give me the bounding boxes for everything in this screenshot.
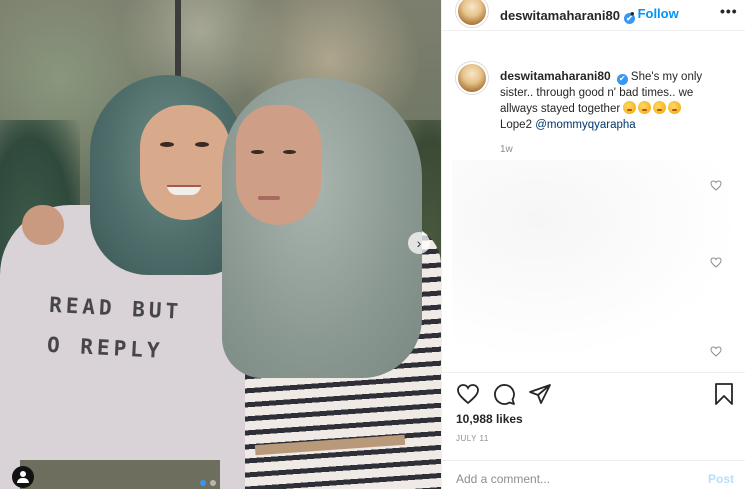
emoji-icon: [623, 101, 637, 114]
caption-text: deswitamaharani80 ✔ She's my only sister.…: [500, 68, 732, 133]
carousel-next-button[interactable]: ›: [408, 232, 430, 254]
comment-input[interactable]: Add a comment...: [456, 472, 550, 486]
share-icon[interactable]: [528, 382, 552, 406]
header-separator: •: [630, 6, 635, 21]
post-side-panel: deswitamaharani80 ✔ • Follow ••• deswitama…: [441, 0, 745, 489]
comment-like-heart-icon[interactable]: [710, 180, 722, 191]
person-left-smile: [167, 185, 201, 195]
person-left-eye: [160, 142, 174, 147]
carousel-dot-active: [200, 480, 206, 486]
verified-icon: ✔: [616, 73, 628, 85]
caption-time-ago[interactable]: 1w: [500, 144, 513, 155]
caption-author-avatar[interactable]: [456, 62, 488, 94]
post-comment-button[interactable]: Post: [708, 472, 734, 486]
caption-mention-link[interactable]: @mommyqyarapha: [535, 119, 636, 131]
comments-area: [452, 160, 742, 360]
user-tag-button[interactable]: [12, 466, 34, 488]
likes-count[interactable]: 10,988 likes: [456, 412, 523, 426]
follow-label[interactable]: Follow: [638, 6, 679, 21]
person-left-pants: [20, 460, 220, 489]
add-comment-bar: Add a comment... Post: [442, 460, 745, 489]
post-date[interactable]: JULY 11: [456, 434, 489, 443]
comment-like-heart-icon[interactable]: [710, 257, 722, 268]
person-left-hand: [22, 205, 64, 245]
person-left-eye: [195, 142, 209, 147]
author-username[interactable]: deswitamaharani80 ✔: [500, 8, 635, 24]
author-username-text[interactable]: deswitamaharani80: [500, 8, 620, 23]
post-header: deswitamaharani80 ✔ • Follow •••: [442, 0, 745, 31]
person-right-eye: [283, 150, 296, 154]
heart-icon[interactable]: [456, 382, 480, 406]
sweater-print: READ BUT O REPLY: [46, 285, 250, 375]
more-options-icon[interactable]: •••: [720, 3, 738, 19]
caption-tail: Lope2: [500, 119, 532, 131]
comment-like-heart-icon[interactable]: [710, 346, 722, 357]
follow-button[interactable]: • Follow: [630, 6, 679, 21]
carousel-dot: [210, 480, 216, 486]
person-right-face: [236, 105, 321, 225]
background-pole: [175, 0, 181, 80]
carousel-indicator: [200, 480, 216, 486]
emoji-icon: [668, 101, 682, 114]
comment-icon[interactable]: [492, 382, 516, 406]
emoji-icon: [653, 101, 667, 114]
user-tag-icon-body: [17, 478, 29, 483]
person-right-eye: [251, 150, 264, 154]
bookmark-icon[interactable]: [712, 382, 736, 406]
person-left-face: [140, 105, 230, 220]
person-right-mouth: [258, 196, 280, 200]
caption-username[interactable]: deswitamaharani80: [500, 69, 611, 83]
post-actions: 10,988 likes JULY 11 Add a comment... Po…: [442, 372, 745, 488]
post-photo[interactable]: READ BUT O REPLY ›: [0, 0, 441, 489]
user-tag-icon: [20, 471, 26, 477]
emoji-icon: [638, 101, 652, 114]
chevron-right-icon: ›: [416, 235, 422, 251]
author-avatar[interactable]: [456, 0, 488, 27]
